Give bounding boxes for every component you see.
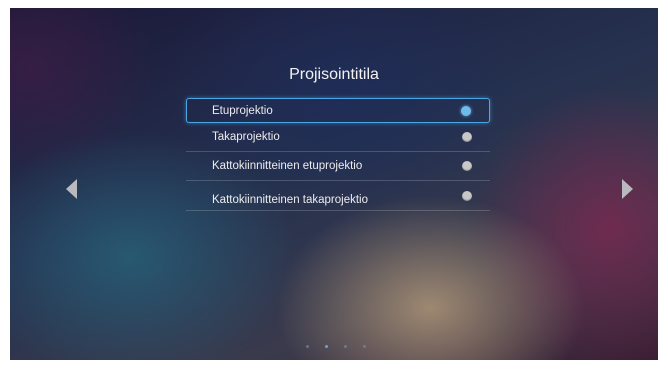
page-dot xyxy=(363,345,366,348)
option-label: Takaprojektio xyxy=(212,131,280,143)
radio-selected-icon[interactable] xyxy=(461,105,471,116)
page-title: Projisointitila xyxy=(289,66,379,83)
radio-unselected-icon[interactable] xyxy=(462,191,472,201)
option-etuprojektio[interactable]: Etuprojektio xyxy=(186,98,490,123)
previous-page-arrow-icon[interactable] xyxy=(66,179,77,199)
option-takaprojektio[interactable]: Takaprojektio xyxy=(186,123,490,152)
radio-unselected-icon[interactable] xyxy=(462,161,472,171)
page-indicator xyxy=(306,345,366,348)
projector-screen: Projisointitila Etuprojektio Takaprojekt… xyxy=(10,8,658,360)
projection-mode-menu: Etuprojektio Takaprojektio Kattokiinnitt… xyxy=(186,98,490,211)
option-label: Kattokiinnitteinen etuprojektio xyxy=(212,160,363,172)
page-dot xyxy=(306,345,309,348)
option-label: Etuprojektio xyxy=(212,104,273,117)
next-page-arrow-icon[interactable] xyxy=(622,179,633,199)
page-dot xyxy=(344,345,347,348)
option-kattokiinnitteinen-takaprojektio[interactable]: Kattokiinnitteinen takaprojektio xyxy=(186,181,490,211)
option-label: Kattokiinnitteinen takaprojektio xyxy=(212,194,368,206)
radio-unselected-icon[interactable] xyxy=(462,132,472,142)
option-kattokiinnitteinen-etuprojektio[interactable]: Kattokiinnitteinen etuprojektio xyxy=(186,152,490,181)
page-dot-active xyxy=(325,345,328,348)
